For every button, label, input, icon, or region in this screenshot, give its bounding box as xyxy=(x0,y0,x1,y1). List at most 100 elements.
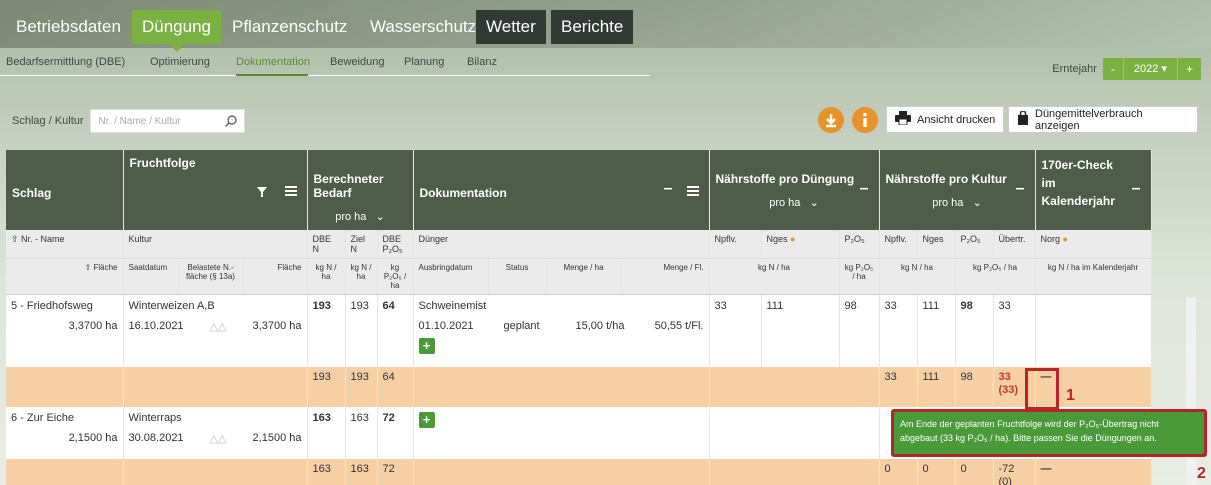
saatdatum: 30.08.2021 xyxy=(128,431,184,444)
ausbringdatum: 01.10.2021 xyxy=(418,320,474,332)
col-status: Status xyxy=(488,258,547,295)
col-nges: Nges ● xyxy=(761,230,840,259)
col-kgn-ha2: kg N / ha xyxy=(879,258,956,295)
col-nges-label: Nges xyxy=(766,234,788,244)
collapse-icon[interactable]: – xyxy=(860,180,869,198)
sum-dbe-p: 64 xyxy=(377,366,414,407)
header-naehrstoffe-kultur: Nährstoffe pro Kultur pro ha ⌄ – xyxy=(879,150,1036,230)
k-ue-value: 33 xyxy=(993,294,1036,367)
tab-wetter[interactable]: Wetter xyxy=(476,10,546,44)
subtab-dokumentation[interactable]: Dokumentation xyxy=(236,56,310,68)
filter-icon[interactable] xyxy=(256,186,267,200)
info-icon[interactable]: ● xyxy=(1063,234,1068,244)
menu-icon[interactable] xyxy=(284,185,297,199)
search-icon[interactable] xyxy=(224,114,238,131)
header-170er-check: 170er-Check im Kalenderjahr – xyxy=(1035,150,1152,230)
tab-berichte[interactable]: Berichte xyxy=(551,10,634,44)
summary-row: 163 163 72 0 0 0 -72 (0) — xyxy=(6,458,1152,485)
add-fertilizer-button[interactable]: + xyxy=(418,338,435,354)
bag-icon xyxy=(1017,110,1029,128)
sum-k-ue-sub: (0) xyxy=(998,475,1012,485)
table-row: 5 - Friedhofsweg 3,3700 ha Winterweizen … xyxy=(6,294,1152,367)
sub-navigation: Bedarfsermittlung (DBE) Optimierung Doku… xyxy=(0,48,650,76)
warning-icon: △△ xyxy=(209,321,227,333)
sum-k-npflv: 0 xyxy=(879,458,918,485)
duenger-name[interactable]: Schweinemist xyxy=(419,300,704,312)
sum-check: — xyxy=(1035,458,1152,485)
show-fertilizer-usage-button[interactable]: Düngemittelverbrauch anzeigen xyxy=(1008,106,1198,133)
check-value xyxy=(1035,294,1152,367)
sum-k-p: 0 xyxy=(955,458,994,485)
info-icon[interactable] xyxy=(852,107,878,133)
col-npflv: Npflv. xyxy=(709,230,762,259)
col-uebertr: Übertr. xyxy=(993,230,1036,259)
naehr-dueng-unit-select[interactable]: pro ha ⌄ xyxy=(716,196,873,209)
chevron-down-icon: ⌄ xyxy=(972,197,982,209)
tab-duengung[interactable]: Düngung xyxy=(132,10,222,52)
col-nr-name[interactable]: ⇧ Nr. - Name xyxy=(6,230,124,259)
subtab-optimierung[interactable]: Optimierung xyxy=(150,56,210,68)
menu-icon[interactable] xyxy=(686,185,699,199)
year-dropdown[interactable]: 2022 ▾ xyxy=(1122,58,1178,80)
header-naehr-kultur-label: Nährstoffe pro Kultur xyxy=(885,172,1007,186)
print-view-button[interactable]: Ansicht drucken xyxy=(886,106,1005,133)
erntejahr-label: Erntejahr xyxy=(1052,63,1097,75)
col-ziel-n: Ziel N xyxy=(345,230,378,259)
subtab-dbe[interactable]: Bedarfsermittlung (DBE) xyxy=(6,56,125,68)
schlag-area: 2,1500 ha xyxy=(68,431,118,444)
dokumentation-cell: Schweinemist 01.10.2021 geplant 15,00 t/… xyxy=(413,294,710,367)
subtab-bilanz[interactable]: Bilanz xyxy=(467,56,497,68)
dbe-n-value: 193 xyxy=(307,294,346,367)
col-flaeche[interactable]: ⇧ Fläche xyxy=(6,258,124,295)
header-schlag: Schlag xyxy=(6,150,124,230)
tab-pflanzenschutz[interactable]: Pflanzenschutz xyxy=(222,10,357,44)
download-icon[interactable] xyxy=(818,107,844,133)
bedarf-unit-value: pro ha xyxy=(335,211,367,223)
collapse-icon[interactable]: – xyxy=(664,180,673,198)
add-fertilizer-button[interactable]: + xyxy=(418,411,435,428)
sum-naehr xyxy=(709,366,880,407)
marker-2: 2 xyxy=(1197,465,1206,482)
subtab-planung[interactable]: Planung xyxy=(404,56,444,68)
info-icon[interactable]: ● xyxy=(790,234,795,244)
print-view-label: Ansicht drucken xyxy=(917,113,996,126)
dbe-n-value: 163 xyxy=(307,406,346,459)
saatdatum: 16.10.2021 xyxy=(128,320,184,332)
col-k-nges: Nges xyxy=(917,230,956,259)
naehr-dueng-cell xyxy=(709,406,880,459)
summary-row: 193 193 64 33 111 98 33 (33) — xyxy=(6,366,1152,407)
collapse-icon[interactable]: – xyxy=(1132,180,1141,198)
sum-k-ue-value: -72 xyxy=(998,462,1015,475)
header-bedarf-label: Berechneter Bedarf xyxy=(313,172,384,200)
header-naehr-dueng-label: Nährstoffe pro Düngung xyxy=(715,172,855,186)
chevron-down-icon: ⌄ xyxy=(809,197,819,209)
d-nges-value: 111 xyxy=(761,294,840,367)
sum-fruchtfolge xyxy=(123,458,308,485)
header-fruchtfolge: Fruchtfolge xyxy=(123,150,308,230)
tab-wasserschutz[interactable]: Wasserschutz xyxy=(360,10,486,44)
col-duenger: Dünger xyxy=(413,230,710,259)
fruchtfolge-cell: Winterraps 30.08.2021 △△ 2,1500 ha xyxy=(123,406,308,459)
year-increment-button[interactable]: + xyxy=(1177,58,1201,80)
search-placeholder: Nr. / Name / Kultur xyxy=(98,115,181,127)
schlag-cell[interactable]: 6 - Zur Eiche 2,1500 ha xyxy=(6,406,124,459)
search-input[interactable]: Nr. / Name / Kultur xyxy=(89,109,245,133)
schlag-cell[interactable]: 5 - Friedhofsweg 3,3700 ha xyxy=(6,294,124,367)
kultur-name: Winterweizen A,B xyxy=(128,300,215,312)
tab-betriebsdaten[interactable]: Betriebsdaten xyxy=(6,10,131,44)
sum-fruchtfolge xyxy=(123,366,308,407)
subtab-beweidung[interactable]: Beweidung xyxy=(330,56,384,68)
schlag-name: 6 - Zur Eiche xyxy=(11,411,74,424)
col-menge-ha: Menge / ha xyxy=(546,258,622,295)
col-kgn-kal: kg N / ha im Kalenderjahr xyxy=(1035,258,1152,295)
naehr-kultur-unit-select[interactable]: pro ha ⌄ xyxy=(886,196,1029,209)
header-fruchtfolge-label: Fruchtfolge xyxy=(129,156,196,170)
schlag-name: 5 - Friedhofsweg xyxy=(11,300,93,312)
sum-k-p: 98 xyxy=(955,366,994,407)
year-decrement-button[interactable]: - xyxy=(1102,58,1123,80)
sum-k-npflv: 33 xyxy=(879,366,918,407)
collapse-icon[interactable]: – xyxy=(1016,180,1025,198)
bedarf-unit-select[interactable]: pro ha ⌄ xyxy=(314,210,407,223)
dbe-p-value: 72 xyxy=(377,406,414,459)
sum-k-nges: 0 xyxy=(917,458,956,485)
